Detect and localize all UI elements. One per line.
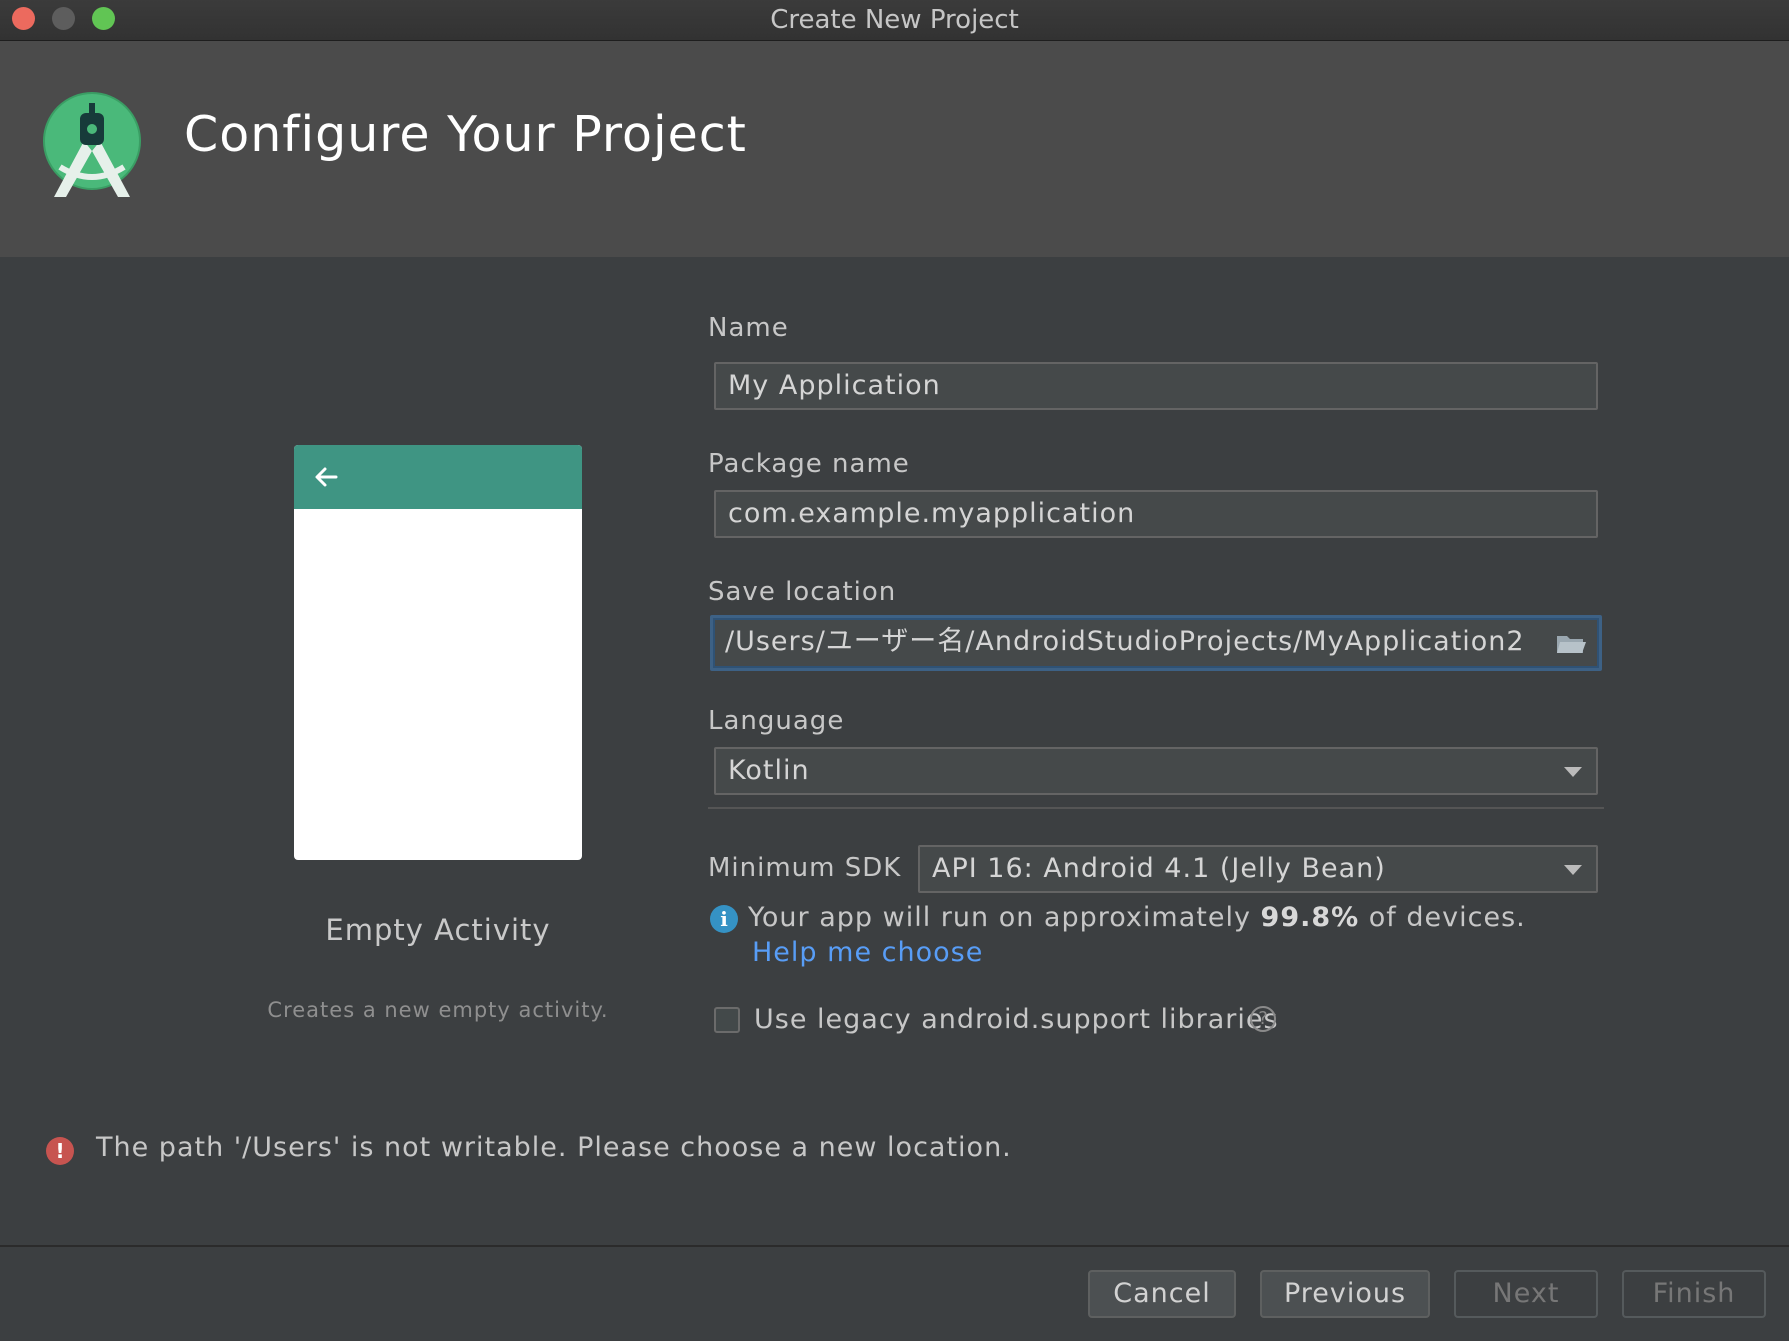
back-arrow-icon [315, 467, 338, 487]
coverage-prefix: Your app will run on approximately [748, 902, 1261, 933]
package-name-label: Package name [708, 449, 910, 479]
cancel-button[interactable]: Cancel [1088, 1270, 1236, 1318]
finish-button[interactable]: Finish [1622, 1270, 1766, 1318]
error-icon: ! [46, 1137, 74, 1165]
coverage-percent: 99.8% [1260, 902, 1360, 933]
error-message: The path '/Users' is not writable. Pleas… [96, 1132, 1012, 1163]
next-button[interactable]: Next [1454, 1270, 1598, 1318]
language-dropdown[interactable]: Kotlin [714, 747, 1598, 795]
minimum-sdk-value: API 16: Android 4.1 (Jelly Bean) [932, 853, 1386, 884]
help-me-choose-link[interactable]: Help me choose [752, 937, 983, 968]
chevron-down-icon [1564, 865, 1582, 875]
legacy-support-label[interactable]: Use legacy android.support libraries [754, 1004, 1279, 1035]
previous-button[interactable]: Previous [1260, 1270, 1430, 1318]
package-name-field[interactable]: com.example.myapplication [714, 490, 1598, 538]
minimum-sdk-dropdown[interactable]: API 16: Android 4.1 (Jelly Bean) [918, 845, 1598, 893]
page-title: Configure Your Project [184, 106, 747, 163]
save-location-value: /Users/ユーザー名/AndroidStudioProjects/MyApp… [725, 626, 1525, 657]
window-title: Create New Project [770, 5, 1019, 35]
minimum-sdk-label: Minimum SDK [708, 853, 902, 883]
folder-icon[interactable] [1555, 632, 1587, 656]
template-name: Empty Activity [325, 913, 551, 947]
info-icon: i [710, 905, 738, 933]
title-bar: Create New Project [0, 0, 1789, 41]
template-description: Creates a new empty activity. [267, 998, 609, 1022]
name-value: My Application [728, 370, 941, 401]
package-name-value: com.example.myapplication [728, 498, 1136, 529]
android-studio-logo-icon [43, 92, 141, 197]
language-label: Language [708, 706, 845, 736]
language-value: Kotlin [728, 755, 810, 786]
save-location-field[interactable]: /Users/ユーザー名/AndroidStudioProjects/MyApp… [710, 615, 1602, 671]
preview-app-bar [294, 445, 582, 509]
wizard-header: Configure Your Project [0, 41, 1789, 257]
device-coverage-text: Your app will run on approximately 99.8%… [748, 902, 1526, 933]
help-icon[interactable]: ? [1250, 1006, 1276, 1032]
chevron-down-icon [1564, 767, 1582, 777]
name-label: Name [708, 313, 789, 343]
name-field[interactable]: My Application [714, 362, 1598, 410]
save-location-label: Save location [708, 577, 897, 607]
divider [708, 807, 1604, 809]
legacy-support-checkbox[interactable] [714, 1007, 740, 1033]
activity-preview [294, 445, 582, 860]
coverage-suffix: of devices. [1359, 902, 1526, 933]
